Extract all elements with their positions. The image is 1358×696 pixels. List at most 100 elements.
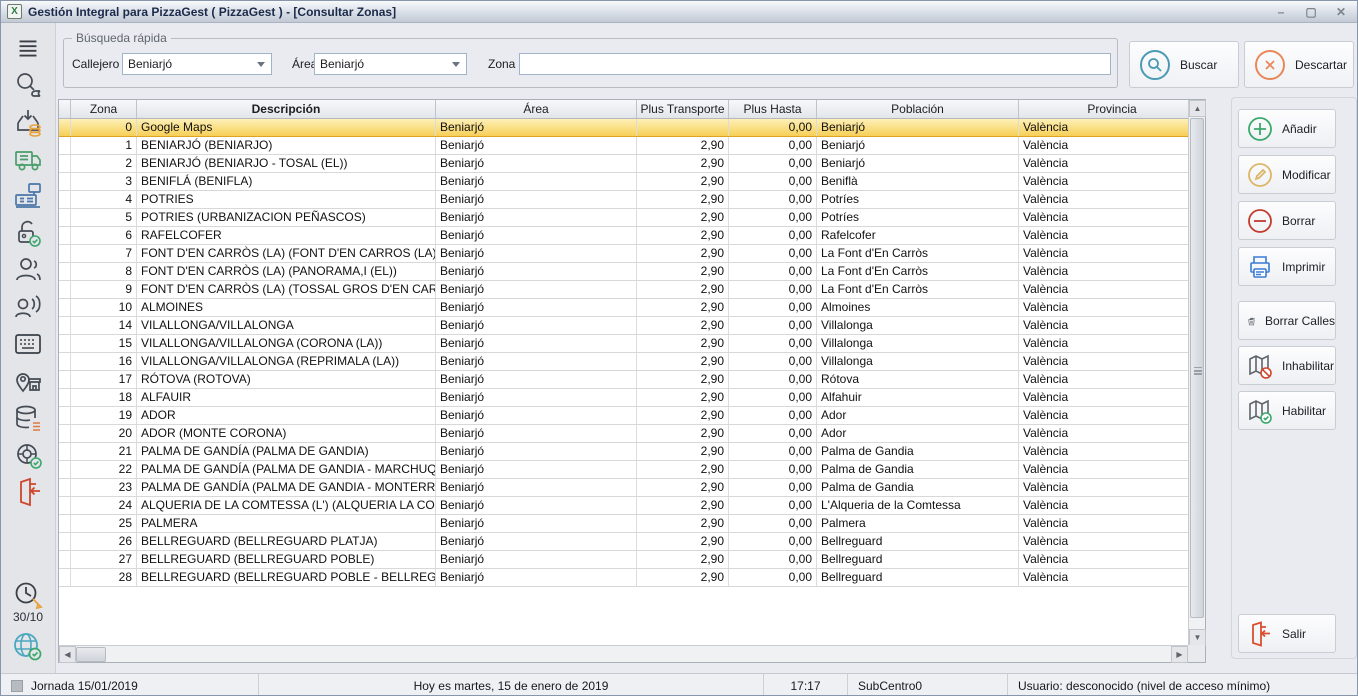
menu-icon[interactable] <box>8 29 48 66</box>
cell: ALFAUIR <box>137 389 436 406</box>
column-header[interactable]: Plus Transporte <box>637 100 729 118</box>
table-row[interactable]: 21PALMA DE GANDÍA (PALMA DE GANDIA)Benia… <box>59 443 1188 461</box>
cell: 2,90 <box>637 209 729 226</box>
zones-table: ZonaDescripciónÁreaPlus TransportePlus H… <box>58 99 1206 663</box>
descartar-button[interactable]: Descartar <box>1244 41 1354 88</box>
table-row[interactable]: 0Google MapsBeniarjó0,00BeniarjóValència <box>59 119 1188 137</box>
table-row[interactable]: 27BELLREGUARD (BELLREGUARD POBLE)Beniarj… <box>59 551 1188 569</box>
cell: 2,90 <box>637 461 729 478</box>
table-row[interactable]: 1BENIARJÓ (BENIARJO)Beniarjó2,900,00Beni… <box>59 137 1188 155</box>
scroll-up-icon[interactable]: ▲ <box>1189 100 1206 117</box>
table-row[interactable]: 24ALQUERIA DE LA COMTESSA (L') (ALQUERIA… <box>59 497 1188 515</box>
scroll-down-icon[interactable]: ▼ <box>1189 629 1206 646</box>
cell: Beniarjó <box>436 137 637 154</box>
zones-table-header[interactable]: ZonaDescripciónÁreaPlus TransportePlus H… <box>59 100 1205 119</box>
zona-input[interactable] <box>519 53 1111 75</box>
indicator-column-header[interactable] <box>59 100 71 118</box>
habilitar-button[interactable]: Habilitar <box>1238 391 1336 430</box>
table-row[interactable]: 8FONT D'EN CARRÒS (LA) (PANORAMA,I (EL))… <box>59 263 1188 281</box>
table-row[interactable]: 20ADOR (MONTE CORONA)Beniarjó2,900,00Ado… <box>59 425 1188 443</box>
table-row[interactable]: 22PALMA DE GANDÍA (PALMA DE GANDIA - MAR… <box>59 461 1188 479</box>
cell: València <box>1019 209 1188 226</box>
table-row[interactable]: 6RAFELCOFERBeniarjó2,900,00RafelcoferVal… <box>59 227 1188 245</box>
cell: La Font d'En Carròs <box>817 263 1019 280</box>
table-row[interactable]: 19ADORBeniarjó2,900,00AdorValència <box>59 407 1188 425</box>
column-header[interactable]: Área <box>436 100 637 118</box>
table-row[interactable]: 5POTRIES (URBANIZACION PEÑASCOS)Beniarjó… <box>59 209 1188 227</box>
modificar-button[interactable]: Modificar <box>1238 155 1336 194</box>
cell: 5 <box>71 209 137 226</box>
imprimir-label: Imprimir <box>1282 260 1325 274</box>
area-select[interactable]: Beniarjó <box>314 53 467 75</box>
table-row[interactable]: 7FONT D'EN CARRÒS (LA) (FONT D'EN CARROS… <box>59 245 1188 263</box>
table-row[interactable]: 2BENIARJÓ (BENIARJO - TOSAL (EL))Beniarj… <box>59 155 1188 173</box>
cell: Beniarjó <box>436 191 637 208</box>
horizontal-scrollbar[interactable]: ◀ ▶ <box>59 645 1188 662</box>
table-row[interactable]: 28BELLREGUARD (BELLREGUARD POBLE - BELLR… <box>59 569 1188 587</box>
keypad-icon[interactable] <box>8 325 48 362</box>
salir-button[interactable]: Salir <box>1238 614 1336 653</box>
vertical-scrollbar[interactable]: ▲ ▼ <box>1188 100 1205 646</box>
cell: 2,90 <box>637 533 729 550</box>
horizontal-scroll-thumb[interactable] <box>76 647 106 662</box>
store-locator-icon[interactable] <box>8 362 48 399</box>
search-document-icon[interactable] <box>8 66 48 103</box>
anadir-button[interactable]: Añadir <box>1238 109 1336 148</box>
column-header[interactable]: Población <box>817 100 1019 118</box>
table-row[interactable]: 23PALMA DE GANDÍA (PALMA DE GANDIA - MON… <box>59 479 1188 497</box>
map-disable-icon <box>1246 352 1274 380</box>
cell: 0,00 <box>729 119 817 136</box>
cell: València <box>1019 443 1188 460</box>
table-row[interactable]: 17RÓTOVA (ROTOVA)Beniarjó2,900,00RótovaV… <box>59 371 1188 389</box>
table-row[interactable]: 15VILALLONGA/VILLALONGA (CORONA (LA))Ben… <box>59 335 1188 353</box>
cell: Beniarjó <box>436 497 637 514</box>
cell: 0,00 <box>729 263 817 280</box>
imprimir-button[interactable]: Imprimir <box>1238 247 1336 286</box>
buscar-button[interactable]: Buscar <box>1129 41 1239 88</box>
column-header[interactable]: Zona <box>71 100 137 118</box>
close-button[interactable]: ✕ <box>1333 1 1349 23</box>
table-row[interactable]: 26BELLREGUARD (BELLREGUARD PLATJA)Beniar… <box>59 533 1188 551</box>
callejero-select[interactable]: Beniarjó <box>122 53 272 75</box>
table-row[interactable]: 16VILALLONGA/VILLALONGA (REPRIMALA (LA))… <box>59 353 1188 371</box>
borrar-button[interactable]: Borrar <box>1238 201 1336 240</box>
app-icon: X <box>7 4 22 19</box>
cell: 8 <box>71 263 137 280</box>
delivery-truck-icon[interactable] <box>8 140 48 177</box>
customer-icon[interactable] <box>8 251 48 288</box>
table-row[interactable]: 9FONT D'EN CARRÒS (LA) (TOSSAL GROS D'EN… <box>59 281 1188 299</box>
cash-register-icon[interactable] <box>8 177 48 214</box>
column-header[interactable]: Provincia <box>1019 100 1205 118</box>
borrar-calles-button[interactable]: Borrar Calles <box>1238 301 1336 340</box>
cell: 2,90 <box>637 371 729 388</box>
online-globe-icon[interactable] <box>8 628 48 665</box>
table-row[interactable]: 4POTRIESBeniarjó2,900,00PotríesValència <box>59 191 1188 209</box>
logout-door-icon[interactable] <box>8 473 48 510</box>
column-header[interactable]: Descripción <box>137 100 436 118</box>
inhabilitar-button[interactable]: Inhabilitar <box>1238 346 1336 385</box>
subcentro-text: SubCentro0 <box>858 679 922 693</box>
cell: 0,00 <box>729 299 817 316</box>
caller-id-icon[interactable] <box>8 288 48 325</box>
work-hours-clock-icon[interactable] <box>8 577 48 614</box>
table-row[interactable]: 18ALFAUIRBeniarjó2,900,00AlfahuirValènci… <box>59 389 1188 407</box>
table-row[interactable]: 3BENIFLÁ (BENIFLA)Beniarjó2,900,00Benifl… <box>59 173 1188 191</box>
table-row[interactable]: 10ALMOINESBeniarjó2,900,00AlmoinesValènc… <box>59 299 1188 317</box>
maximize-button[interactable]: ▢ <box>1303 1 1319 23</box>
minimize-button[interactable]: – <box>1273 1 1289 23</box>
cash-intake-icon[interactable] <box>8 103 48 140</box>
scroll-left-icon[interactable]: ◀ <box>59 646 76 663</box>
cell: PALMA DE GANDÍA (PALMA DE GANDIA - MONTE… <box>137 479 436 496</box>
support-ring-icon[interactable] <box>8 436 48 473</box>
status-bar: Jornada 15/01/2019 Hoy es martes, 15 de … <box>1 673 1358 696</box>
search-icon <box>1140 50 1170 80</box>
database-icon[interactable] <box>8 399 48 436</box>
cell: FONT D'EN CARRÒS (LA) (FONT D'EN CARROS … <box>137 245 436 262</box>
scroll-right-icon[interactable]: ▶ <box>1171 646 1188 663</box>
table-row[interactable]: 14VILALLONGA/VILLALONGABeniarjó2,900,00V… <box>59 317 1188 335</box>
vertical-scroll-thumb[interactable] <box>1190 118 1204 618</box>
table-row[interactable]: 25PALMERABeniarjó2,900,00PalmeraValència <box>59 515 1188 533</box>
unlock-check-icon[interactable] <box>8 214 48 251</box>
cell: 0,00 <box>729 569 817 586</box>
column-header[interactable]: Plus Hasta <box>729 100 817 118</box>
